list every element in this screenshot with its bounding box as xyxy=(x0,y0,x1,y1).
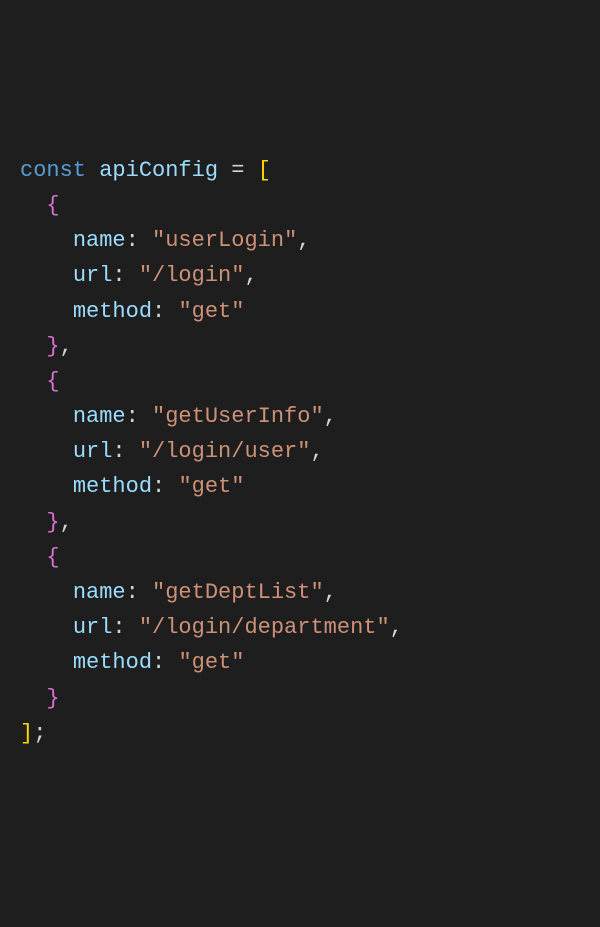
bracket-square-close: ] xyxy=(20,721,33,746)
semicolon: ; xyxy=(33,721,46,746)
brace-close: } xyxy=(46,334,59,359)
colon: : xyxy=(152,299,165,324)
brace-open: { xyxy=(46,193,59,218)
bracket-square-open: [ xyxy=(258,158,271,183)
string-value: "/login/department" xyxy=(139,615,390,640)
prop-method-key: method xyxy=(73,474,152,499)
string-value: "getDeptList" xyxy=(152,580,324,605)
colon: : xyxy=(126,404,139,429)
brace-open: { xyxy=(46,545,59,570)
colon: : xyxy=(152,474,165,499)
comma: , xyxy=(297,228,310,253)
colon: : xyxy=(126,580,139,605)
string-value: "get" xyxy=(178,299,244,324)
prop-url-key: url xyxy=(73,615,113,640)
code-block: const apiConfig = [ { name: "userLogin",… xyxy=(20,153,580,751)
brace-open: { xyxy=(46,369,59,394)
brace-close: } xyxy=(46,510,59,535)
variable-name: apiConfig xyxy=(99,158,218,183)
colon: : xyxy=(152,650,165,675)
brace-close: } xyxy=(46,686,59,711)
comma: , xyxy=(310,439,323,464)
prop-url-key: url xyxy=(73,439,113,464)
comma: , xyxy=(324,404,337,429)
string-value: "userLogin" xyxy=(152,228,297,253)
colon: : xyxy=(112,263,125,288)
string-value: "getUserInfo" xyxy=(152,404,324,429)
colon: : xyxy=(112,615,125,640)
comma: , xyxy=(390,615,403,640)
comma: , xyxy=(60,510,73,535)
keyword-const: const xyxy=(20,158,86,183)
prop-method-key: method xyxy=(73,650,152,675)
prop-url-key: url xyxy=(73,263,113,288)
string-value: "/login" xyxy=(139,263,245,288)
string-value: "/login/user" xyxy=(139,439,311,464)
prop-method-key: method xyxy=(73,299,152,324)
string-value: "get" xyxy=(178,474,244,499)
comma: , xyxy=(60,334,73,359)
prop-name-key: name xyxy=(73,404,126,429)
colon: : xyxy=(126,228,139,253)
operator-assign: = xyxy=(231,158,244,183)
prop-name-key: name xyxy=(73,228,126,253)
string-value: "get" xyxy=(178,650,244,675)
colon: : xyxy=(112,439,125,464)
comma: , xyxy=(324,580,337,605)
prop-name-key: name xyxy=(73,580,126,605)
comma: , xyxy=(244,263,257,288)
